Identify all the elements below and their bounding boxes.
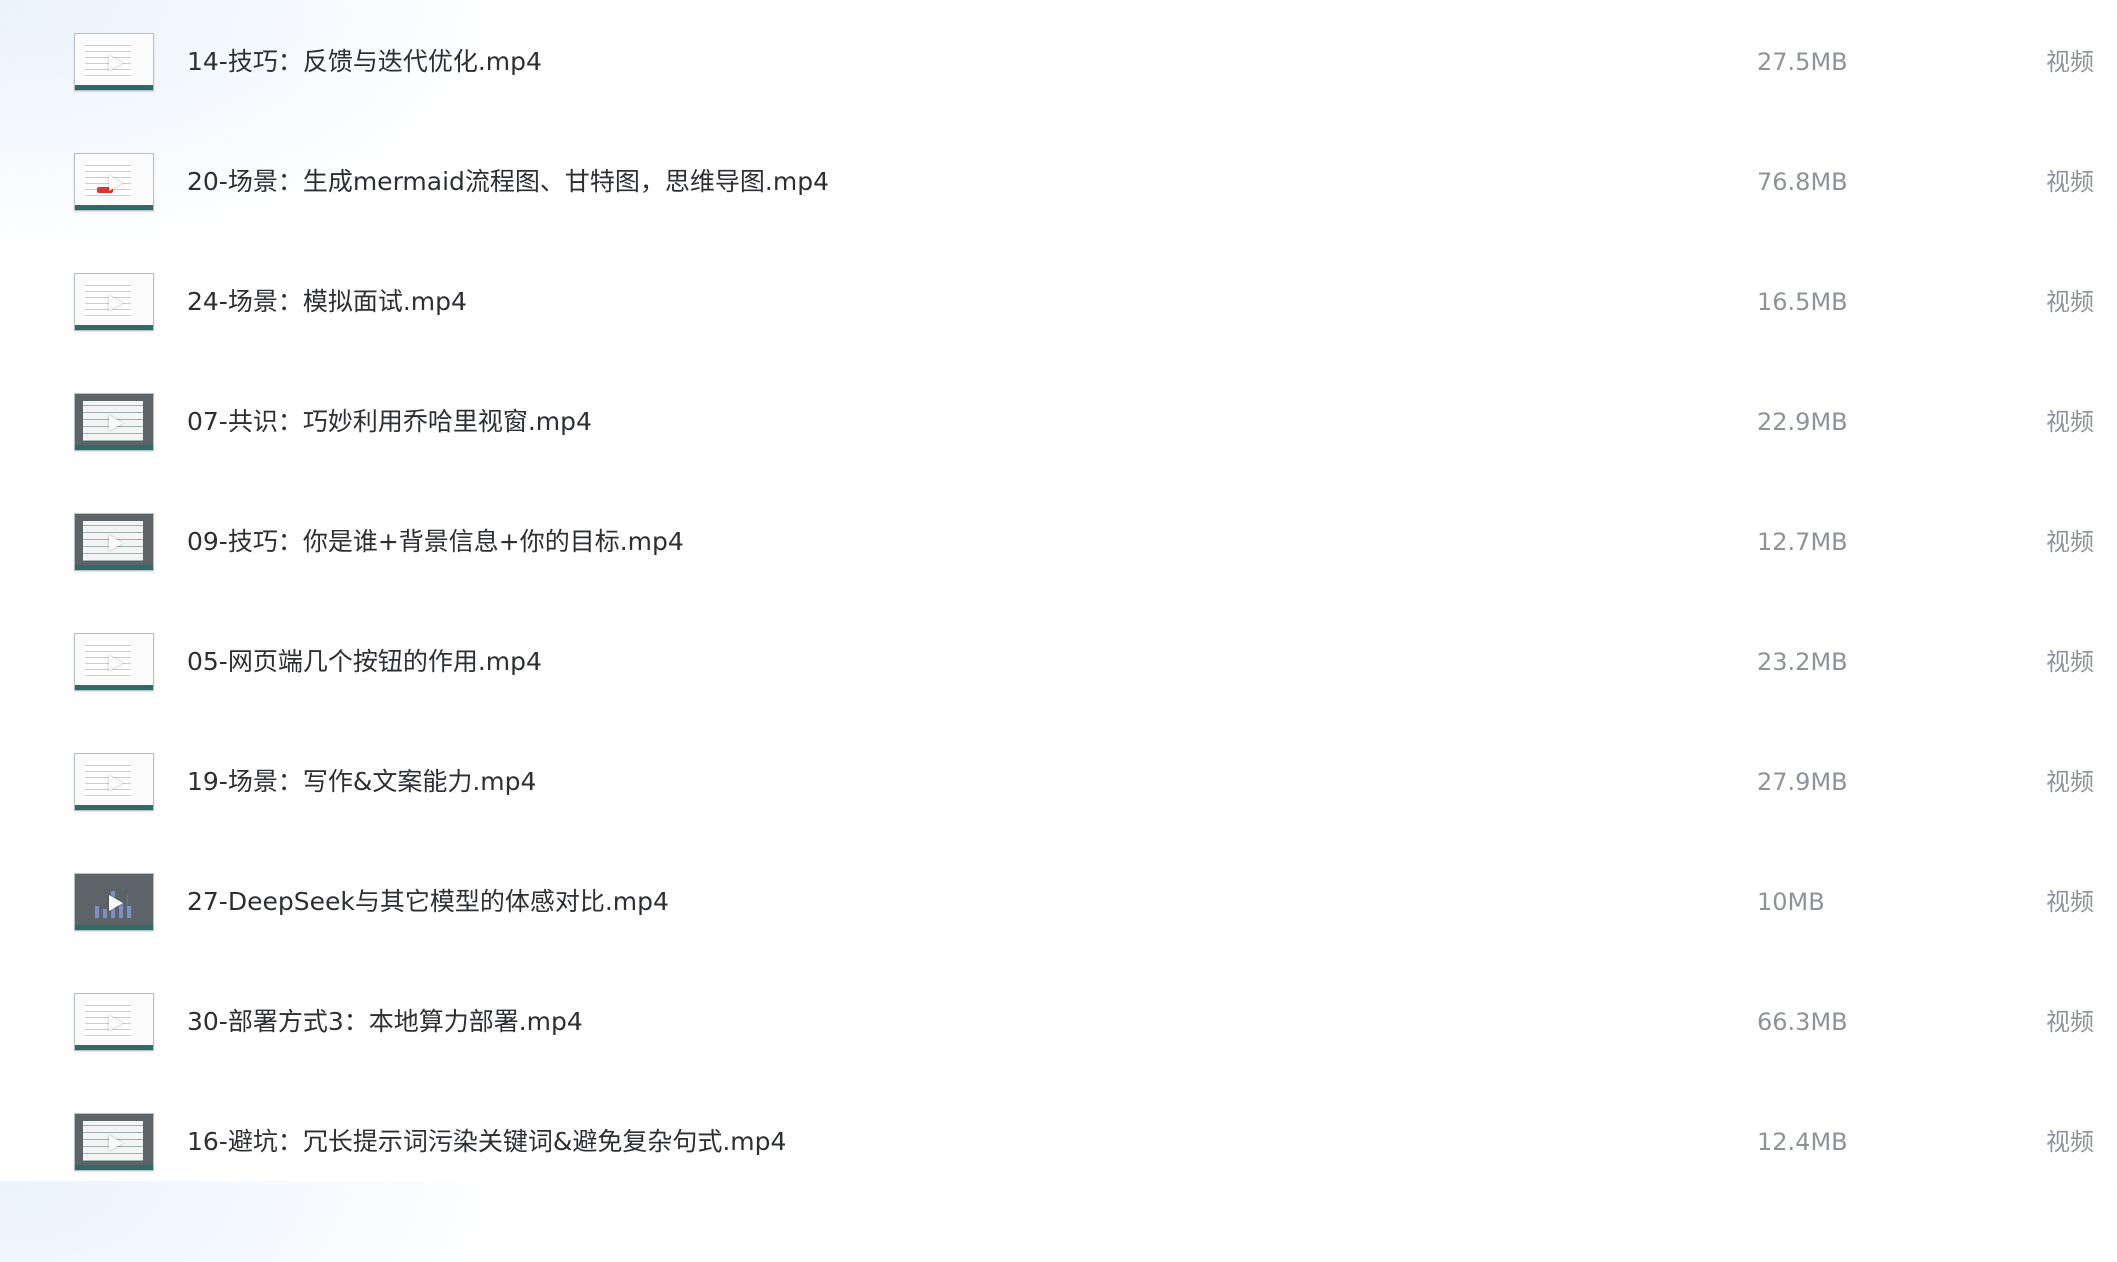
file-size: 27.9MB [1757,768,1848,796]
file-name[interactable]: 20-场景：生成mermaid流程图、甘特图，思维导图.mp4 [187,164,829,200]
file-type: 视频 [2046,888,2094,916]
file-type: 视频 [2046,528,2094,556]
video-thumbnail[interactable] [74,633,154,691]
file-type: 视频 [2046,48,2094,76]
file-size: 12.4MB [1757,1128,1848,1156]
file-name[interactable]: 14-技巧：反馈与迭代优化.mp4 [187,44,542,80]
file-type: 视频 [2046,168,2094,196]
video-thumbnail[interactable] [74,1113,154,1171]
video-thumbnail[interactable] [74,873,154,931]
play-icon [109,655,123,671]
file-size: 23.2MB [1757,648,1848,676]
file-type: 视频 [2046,768,2094,796]
file-size: 66.3MB [1757,1008,1848,1036]
file-name[interactable]: 24-场景：模拟面试.mp4 [187,284,467,320]
file-name[interactable]: 30-部署方式3：本地算力部署.mp4 [187,1004,583,1040]
file-row[interactable]: 16-避坑：冗长提示词污染关键词&避免复杂句式.mp4 12.4MB 视频 [0,1113,2117,1262]
video-thumbnail[interactable] [74,393,154,451]
play-icon [109,895,123,911]
video-thumbnail[interactable] [74,153,154,211]
play-icon [109,775,123,791]
file-size: 27.5MB [1757,48,1848,76]
file-size: 12.7MB [1757,528,1848,556]
play-icon [109,55,123,71]
file-type: 视频 [2046,1008,2094,1036]
play-icon [109,415,123,431]
play-icon [109,1135,123,1151]
file-size: 16.5MB [1757,288,1848,316]
play-icon [109,175,123,191]
play-icon [109,535,123,551]
file-name[interactable]: 19-场景：写作&文案能力.mp4 [187,764,536,800]
file-size: 76.8MB [1757,168,1848,196]
file-name[interactable]: 16-避坑：冗长提示词污染关键词&避免复杂句式.mp4 [187,1124,786,1160]
file-name[interactable]: 27-DeepSeek与其它模型的体感对比.mp4 [187,884,669,920]
file-type: 视频 [2046,648,2094,676]
file-name[interactable]: 05-网页端几个按钮的作用.mp4 [187,644,542,680]
video-thumbnail[interactable] [74,33,154,91]
file-size: 22.9MB [1757,408,1848,436]
file-name[interactable]: 09-技巧：你是谁+背景信息+你的目标.mp4 [187,524,684,560]
file-type: 视频 [2046,288,2094,316]
video-thumbnail[interactable] [74,753,154,811]
file-type: 视频 [2046,1128,2094,1156]
video-thumbnail[interactable] [74,993,154,1051]
video-thumbnail[interactable] [74,273,154,331]
file-type: 视频 [2046,408,2094,436]
video-thumbnail[interactable] [74,513,154,571]
file-size: 10MB [1757,888,1825,916]
file-name[interactable]: 07-共识：巧妙利用乔哈里视窗.mp4 [187,404,592,440]
play-icon [109,295,123,311]
play-icon [109,1015,123,1031]
